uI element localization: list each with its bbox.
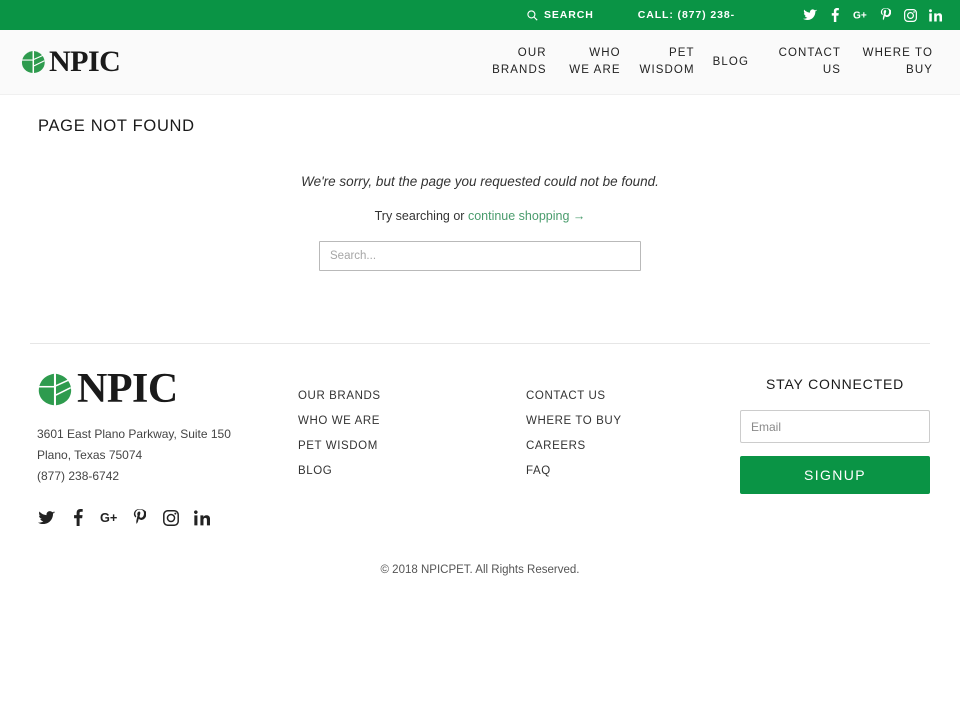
instagram-icon[interactable]	[162, 509, 179, 526]
header-logo[interactable]: NPIC	[20, 45, 121, 78]
footer-brand-column: NPIC 3601 East Plano Parkway, Suite 150 …	[30, 368, 298, 526]
search-label: SEARCH	[543, 9, 594, 21]
footer-links-column-2: CONTACT US WHERE TO BUY CAREERS FAQ	[526, 390, 716, 526]
nav-item-blog[interactable]: BLOG	[704, 54, 758, 71]
footer-link-contact-us[interactable]: CONTACT US	[526, 390, 716, 402]
leaf-logo-icon	[20, 49, 46, 75]
address-line-2: Plano, Texas 75074	[37, 448, 143, 462]
site-header: NPIC OUR BRANDS WHO WE ARE PET WISDOM BL…	[0, 30, 960, 95]
linkedin-icon[interactable]	[193, 509, 210, 526]
main-content: PAGE NOT FOUND We're sorry, but the page…	[0, 95, 960, 271]
signup-button[interactable]: SIGNUP	[740, 456, 930, 494]
phone-link[interactable]: CALL: (877) 238-	[638, 9, 735, 21]
footer-links: OUR BRANDS WHO WE ARE PET WISDOM BLOG CO…	[298, 368, 740, 526]
not-found-message: We're sorry, but the page you requested …	[301, 174, 659, 189]
twitter-icon[interactable]	[803, 8, 817, 22]
email-field[interactable]	[740, 410, 930, 443]
try-searching-line: Try searching or continue shopping →	[0, 209, 960, 223]
footer-link-where-to-buy[interactable]: WHERE TO BUY	[526, 415, 716, 427]
newsletter-signup: STAY CONNECTED SIGNUP	[740, 368, 930, 526]
facebook-icon[interactable]	[69, 509, 86, 526]
newsletter-title: STAY CONNECTED	[766, 376, 904, 392]
svg-text:G+: G+	[100, 510, 117, 525]
google-plus-icon[interactable]: G+	[853, 8, 867, 22]
search-icon	[527, 9, 538, 21]
page-title: PAGE NOT FOUND	[38, 117, 195, 135]
pinterest-icon[interactable]	[878, 8, 892, 22]
instagram-icon[interactable]	[903, 8, 917, 22]
footer-logo-wordmark: NPIC	[77, 366, 178, 412]
copyright-notice: © 2018 NPICPET. All Rights Reserved.	[380, 564, 580, 576]
linkedin-icon[interactable]	[928, 8, 942, 22]
footer-phone[interactable]: (877) 238-6742	[37, 466, 298, 487]
search-form	[0, 241, 960, 271]
leaf-logo-icon	[36, 371, 73, 408]
topbar-social-list: G+	[803, 8, 942, 22]
footer-logo[interactable]: NPIC	[36, 368, 298, 410]
address-line-1: 3601 East Plano Parkway, Suite 150	[37, 427, 231, 441]
footer-link-blog[interactable]: BLOG	[298, 465, 526, 477]
site-footer: NPIC 3601 East Plano Parkway, Suite 150 …	[0, 344, 960, 526]
facebook-icon[interactable]	[828, 8, 842, 22]
try-searching-text: Try searching or	[374, 209, 468, 223]
footer-social-list: G+	[38, 509, 298, 526]
svg-text:G+: G+	[853, 11, 867, 22]
footer-link-faq[interactable]: FAQ	[526, 465, 716, 477]
footer-link-our-brands[interactable]: OUR BRANDS	[298, 390, 526, 402]
nav-item-where-to-buy[interactable]: WHERE TO BUY	[850, 45, 942, 79]
top-utility-bar: SEARCH CALL: (877) 238- G+	[0, 0, 960, 30]
footer-link-pet-wisdom[interactable]: PET WISDOM	[298, 440, 526, 452]
main-navigation: OUR BRANDS WHO WE ARE PET WISDOM BLOG CO…	[482, 45, 942, 79]
google-plus-icon[interactable]: G+	[100, 509, 117, 526]
search-input[interactable]	[319, 241, 641, 271]
nav-item-contact-us[interactable]: CONTACT US	[758, 45, 850, 79]
pinterest-icon[interactable]	[131, 509, 148, 526]
footer-address: 3601 East Plano Parkway, Suite 150 Plano…	[37, 424, 298, 487]
footer-links-column-1: OUR BRANDS WHO WE ARE PET WISDOM BLOG	[298, 390, 526, 526]
nav-item-who-we-are[interactable]: WHO WE ARE	[556, 45, 630, 79]
footer-link-careers[interactable]: CAREERS	[526, 440, 716, 452]
twitter-icon[interactable]	[38, 509, 55, 526]
nav-item-pet-wisdom[interactable]: PET WISDOM	[630, 45, 704, 79]
continue-shopping-link[interactable]: continue shopping →	[468, 209, 585, 223]
footer-link-who-we-are[interactable]: WHO WE ARE	[298, 415, 526, 427]
search-toggle-button[interactable]: SEARCH	[527, 9, 594, 21]
nav-item-our-brands[interactable]: OUR BRANDS	[482, 45, 556, 79]
logo-wordmark: NPIC	[49, 45, 121, 78]
